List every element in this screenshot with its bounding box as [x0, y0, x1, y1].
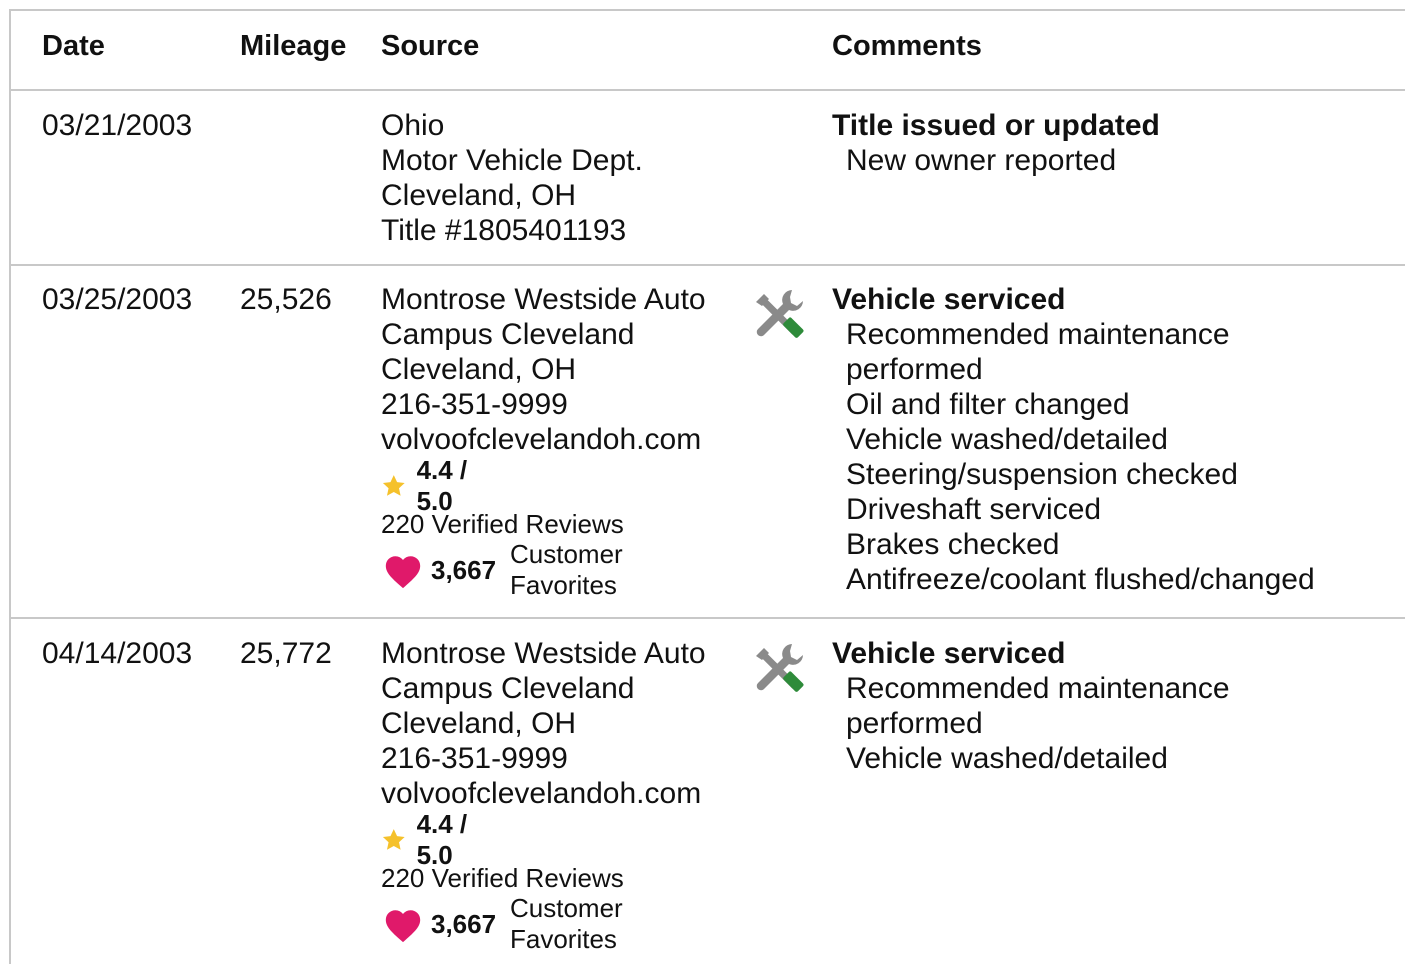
- comment-line: performed: [846, 707, 983, 740]
- favorites-label: Favorites: [510, 924, 617, 954]
- comment-title: Vehicle serviced: [832, 637, 1066, 670]
- source-line: Cleveland, OH: [381, 353, 577, 386]
- comment-line: Recommended maintenance: [846, 318, 1230, 351]
- source-line: Ohio: [381, 109, 445, 142]
- source-line: Montrose Westside Auto: [381, 637, 706, 670]
- mileage-cell: 25,772: [240, 637, 332, 670]
- customer-favorites: 3,667 Customer Favorites: [381, 893, 681, 957]
- row-divider: [9, 617, 1405, 619]
- verified-reviews-link[interactable]: 220 Verified Reviews: [381, 509, 624, 539]
- heart-icon: [385, 910, 421, 943]
- favorites-label: Customer: [510, 539, 623, 569]
- rating-value: 4.4 / 5.0: [416, 455, 468, 516]
- source-line: Motor Vehicle Dept.: [381, 144, 643, 177]
- wrench-screwdriver-icon: [756, 290, 804, 338]
- date-cell: 03/25/2003: [42, 283, 193, 316]
- star-icon: [382, 475, 405, 496]
- comment-line: Steering/suspension checked: [846, 458, 1238, 491]
- comment-line: Vehicle washed/detailed: [846, 742, 1168, 775]
- heart-icon: [385, 556, 421, 589]
- phone-link[interactable]: 216-351-9999: [381, 387, 706, 422]
- verified-reviews-link[interactable]: 220 Verified Reviews: [381, 863, 624, 893]
- row-divider: [9, 264, 1405, 266]
- source-cell: Montrose Westside Auto Campus Cleveland …: [381, 636, 706, 811]
- source-line: Montrose Westside Auto: [381, 283, 706, 316]
- rating-value: 4.4 / 5.0: [416, 809, 468, 870]
- comment-title: Vehicle serviced: [832, 283, 1066, 316]
- website-link[interactable]: volvoofclevelandoh.com: [381, 422, 706, 457]
- source-line: Campus Cleveland: [381, 672, 635, 705]
- comment-line: Oil and filter changed: [846, 388, 1130, 421]
- website-link[interactable]: volvoofclevelandoh.com: [381, 776, 706, 811]
- header-comments: Comments: [832, 30, 982, 62]
- comments-cell: Title issued or updated New owner report…: [832, 108, 1160, 178]
- comment-line: performed: [846, 353, 983, 386]
- row-divider: [9, 89, 1405, 91]
- comment-title: Title issued or updated: [832, 109, 1160, 142]
- comment-line: Recommended maintenance: [846, 672, 1230, 705]
- star-icon: [382, 829, 405, 850]
- date-cell: 04/14/2003: [42, 637, 193, 670]
- comment-line: Brakes checked: [846, 528, 1060, 561]
- comment-line: New owner reported: [846, 144, 1117, 177]
- comment-line: Vehicle washed/detailed: [846, 423, 1168, 456]
- source-line: Campus Cleveland: [381, 318, 635, 351]
- comment-line: Antifreeze/coolant flushed/changed: [846, 563, 1315, 596]
- comments-cell: Vehicle serviced Recommended maintenance…: [832, 282, 1315, 597]
- comments-cell: Vehicle serviced Recommended maintenance…: [832, 636, 1230, 776]
- comment-line: Driveshaft serviced: [846, 493, 1102, 526]
- wrench-screwdriver-icon: [756, 644, 804, 692]
- mileage-cell: 25,526: [240, 283, 332, 316]
- header-date: Date: [42, 30, 105, 62]
- phone-link[interactable]: 216-351-9999: [381, 741, 706, 776]
- header-mileage: Mileage: [240, 30, 347, 62]
- favorites-label: Customer: [510, 893, 623, 923]
- favorites-label: Favorites: [510, 570, 617, 600]
- header-source: Source: [381, 30, 480, 62]
- source-cell: Ohio Motor Vehicle Dept. Cleveland, OH T…: [381, 108, 643, 248]
- source-line: Cleveland, OH: [381, 179, 577, 212]
- customer-favorites: 3,667 Customer Favorites: [381, 539, 681, 603]
- favorites-count: 3,667: [431, 909, 497, 939]
- source-line: Cleveland, OH: [381, 707, 577, 740]
- source-cell: Montrose Westside Auto Campus Cleveland …: [381, 282, 706, 457]
- source-line: Title #1805401193: [381, 214, 627, 247]
- date-cell: 03/21/2003: [42, 109, 193, 142]
- favorites-count: 3,667: [431, 555, 497, 585]
